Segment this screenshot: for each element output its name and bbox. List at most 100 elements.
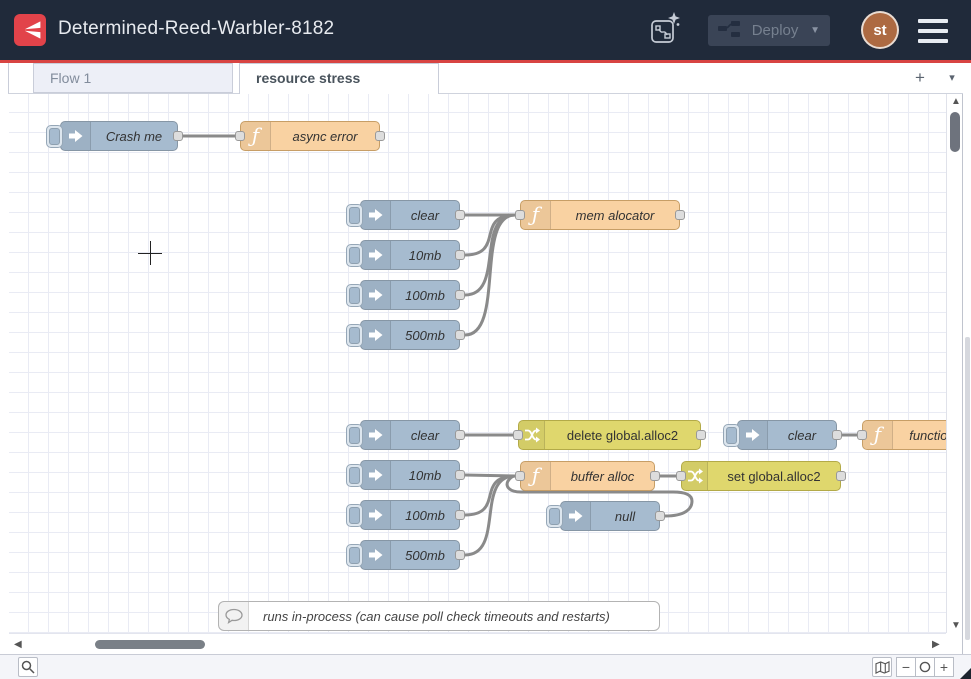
function-f-icon: ƒ [532, 204, 539, 226]
output-port[interactable] [655, 511, 665, 521]
inject-trigger-button[interactable] [346, 284, 363, 307]
inject-trigger-button[interactable] [346, 504, 363, 527]
input-port[interactable] [235, 131, 245, 141]
flow-node-inject[interactable]: clear [360, 420, 460, 450]
flow-node-function[interactable]: ƒfunction [862, 420, 946, 450]
flow-node-comment[interactable]: runs in-process (can cause poll check ti… [218, 601, 660, 631]
input-port[interactable] [857, 430, 867, 440]
zoom-in-button[interactable]: + [934, 657, 954, 677]
flow-node-inject[interactable]: clear [360, 200, 460, 230]
flow-node-inject[interactable]: 500mb [360, 320, 460, 350]
output-port[interactable] [836, 471, 846, 481]
scroll-down-icon[interactable]: ▼ [951, 621, 961, 631]
horizontal-scrollbar[interactable]: ◀ ▶ [9, 633, 946, 654]
inject-trigger-button[interactable] [346, 464, 363, 487]
node-label: async error [271, 122, 379, 150]
function-f-icon: ƒ [252, 125, 259, 147]
inject-trigger-button[interactable] [723, 424, 740, 447]
flow-node-function[interactable]: ƒbuffer alloc [520, 461, 655, 491]
inject-trigger-button[interactable] [346, 244, 363, 267]
input-port[interactable] [515, 471, 525, 481]
node-label: runs in-process (can cause poll check ti… [249, 602, 659, 630]
output-port[interactable] [455, 550, 465, 560]
output-port[interactable] [832, 430, 842, 440]
comment-icon [219, 602, 249, 630]
search-button[interactable] [18, 657, 38, 677]
input-port[interactable] [676, 471, 686, 481]
flow-node-inject[interactable]: 10mb [360, 460, 460, 490]
user-avatar[interactable]: st [861, 11, 899, 49]
output-port[interactable] [455, 250, 465, 260]
vertical-scrollbar[interactable]: ▲ ▼ [946, 94, 963, 633]
flow-node-change[interactable]: set global.alloc2 [681, 461, 841, 491]
sidebar-scrollbar[interactable] [965, 337, 970, 640]
flow-list-chevron-icon[interactable]: ▾ [941, 67, 963, 89]
inject-icon [361, 541, 391, 569]
output-port[interactable] [375, 131, 385, 141]
output-port[interactable] [455, 430, 465, 440]
inject-trigger-button[interactable] [346, 424, 363, 447]
flow-node-function[interactable]: ƒ mem alocator [520, 200, 680, 230]
flow-node-inject[interactable]: clear [737, 420, 837, 450]
vertical-scroll-thumb[interactable] [950, 112, 960, 152]
inject-icon [361, 321, 391, 349]
node-label: mem alocator [551, 201, 679, 229]
output-port[interactable] [455, 470, 465, 480]
flow-node-change[interactable]: delete global.alloc2 [518, 420, 701, 450]
inject-arrow-icon [368, 247, 384, 263]
output-port[interactable] [650, 471, 660, 481]
tab-resource-stress[interactable]: resource stress [239, 63, 439, 94]
inject-trigger-button[interactable] [546, 505, 563, 528]
tab-flow-1[interactable]: Flow 1 [33, 63, 233, 93]
input-port[interactable] [513, 430, 523, 440]
workspace-title: Determined-Reed-Warbler-8182 [58, 18, 334, 40]
header: Determined-Reed-Warbler-8182 Deploy [0, 0, 971, 60]
minimap-button[interactable] [872, 657, 892, 677]
node-label: 100mb [391, 281, 459, 309]
output-port[interactable] [455, 510, 465, 520]
inject-arrow-icon [368, 287, 384, 303]
node-label: null [591, 502, 659, 530]
inject-arrow-icon [368, 547, 384, 563]
output-port[interactable] [696, 430, 706, 440]
zoom-reset-button[interactable] [915, 657, 935, 677]
node-label: 100mb [391, 501, 459, 529]
inject-arrow-icon [368, 327, 384, 343]
deploy-chevron-icon[interactable]: ▼ [810, 25, 820, 36]
flow-node-function[interactable]: ƒ async error [240, 121, 380, 151]
function-icon: ƒ [521, 201, 551, 229]
flow-node-inject[interactable]: 500mb [360, 540, 460, 570]
inject-trigger-button[interactable] [346, 544, 363, 567]
flow-canvas[interactable]: Crash me ƒ async error clear 10mb 100mb 500mb ƒ… [9, 94, 946, 633]
scroll-up-icon[interactable]: ▲ [951, 97, 961, 107]
inject-icon [361, 241, 391, 269]
flow-node-inject[interactable]: 100mb [360, 280, 460, 310]
add-flow-button[interactable]: + [909, 67, 931, 89]
input-port[interactable] [515, 210, 525, 220]
horizontal-scroll-thumb[interactable] [95, 640, 205, 649]
footer-toolbar: − + [0, 654, 971, 679]
inject-trigger-button[interactable] [46, 125, 63, 148]
inject-arrow-icon [368, 467, 384, 483]
sidebar-edge [962, 63, 963, 654]
flow-node-inject[interactable]: null [560, 501, 660, 531]
flow-node-inject[interactable]: Crash me [60, 121, 178, 151]
flow-assistant-icon[interactable] [648, 11, 682, 47]
output-port[interactable] [455, 330, 465, 340]
scroll-left-icon[interactable]: ◀ [14, 640, 22, 650]
function-f-icon: ƒ [874, 424, 881, 446]
output-port[interactable] [455, 210, 465, 220]
inject-trigger-button[interactable] [346, 204, 363, 227]
inject-icon [361, 281, 391, 309]
scroll-right-icon[interactable]: ▶ [932, 640, 940, 650]
flow-node-inject[interactable]: 100mb [360, 500, 460, 530]
output-port[interactable] [455, 290, 465, 300]
flow-tab-bar: Flow 1 resource stress + ▾ [8, 63, 963, 94]
flow-node-inject[interactable]: 10mb [360, 240, 460, 270]
zoom-out-button[interactable]: − [896, 657, 916, 677]
output-port[interactable] [675, 210, 685, 220]
deploy-button[interactable]: Deploy ▼ [708, 15, 830, 46]
output-port[interactable] [173, 131, 183, 141]
main-menu-icon[interactable] [918, 19, 950, 43]
inject-trigger-button[interactable] [346, 324, 363, 347]
